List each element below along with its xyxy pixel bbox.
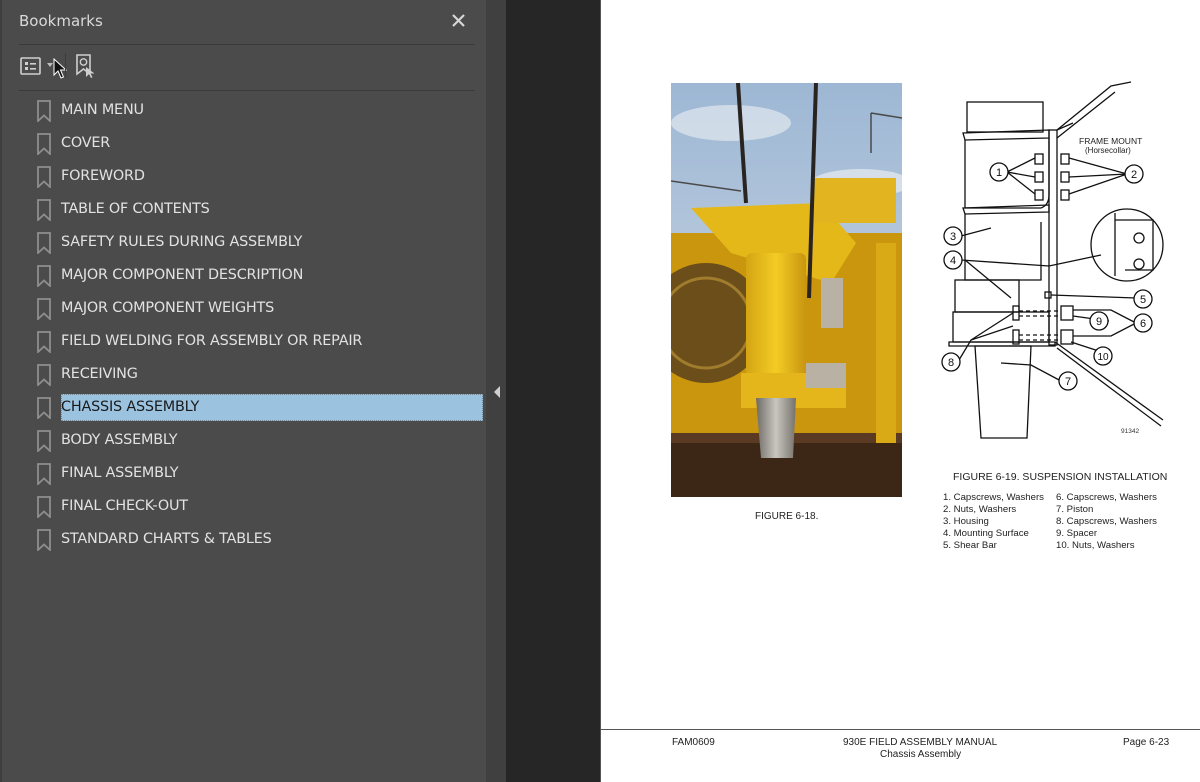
figure-legend-right: 6. Capscrews, Washers 7. Piston 8. Capsc…: [1056, 492, 1157, 552]
bookmark-icon: [37, 232, 51, 254]
bookmark-item-field-welding[interactable]: FIELD WELDING FOR ASSEMBLY OR REPAIR: [36, 326, 484, 356]
figure-6-18-caption: FIGURE 6-18.: [755, 511, 819, 522]
footer-manual-title: 930E FIELD ASSEMBLY MANUAL: [843, 737, 998, 748]
find-current-bookmark-icon: [76, 54, 95, 78]
bookmark-item-foreword[interactable]: FOREWORD: [36, 161, 484, 191]
bookmark-icon: [37, 133, 51, 155]
close-icon: [452, 14, 465, 27]
bookmark-label: FINAL ASSEMBLY: [61, 465, 179, 481]
bookmark-icon: [37, 166, 51, 188]
bookmark-label: MAJOR COMPONENT WEIGHTS: [61, 300, 275, 316]
legend-item: 8. Capscrews, Washers: [1056, 516, 1157, 527]
bookmark-label: FIELD WELDING FOR ASSEMBLY OR REPAIR: [61, 333, 363, 349]
figure-6-18-photo: [671, 83, 902, 497]
bookmark-item-body-assembly[interactable]: BODY ASSEMBLY: [36, 425, 484, 455]
bookmark-label: STANDARD CHARTS & TABLES: [61, 531, 272, 547]
bookmark-label: TABLE OF CONTENTS: [61, 201, 210, 217]
figure-6-19-diagram: 1 2 3 4 5 6 7 8 9 10 FRAME MOUNT (Horsec…: [931, 80, 1171, 450]
bookmarks-panel: Bookmarks MAIN MENU COVER FOREWORD TABLE…: [0, 0, 486, 782]
bookmark-label: FINAL CHECK-OUT: [61, 498, 188, 514]
header-divider: [19, 44, 475, 45]
close-panel-button[interactable]: [449, 11, 469, 31]
bookmark-label: CHASSIS ASSEMBLY: [61, 394, 483, 421]
toolbar-separator: [65, 53, 66, 77]
callout-8-label: 8: [948, 357, 954, 369]
frame-mount-label: FRAME MOUNT: [1079, 136, 1142, 146]
bookmark-item-safety-rules[interactable]: SAFETY RULES DURING ASSEMBLY: [36, 227, 484, 257]
callout-4-label: 4: [950, 255, 956, 267]
bookmark-label: MAJOR COMPONENT DESCRIPTION: [61, 267, 304, 283]
legend-item: 3. Housing: [943, 516, 989, 527]
frame-mount-sublabel: (Horsecollar): [1085, 146, 1131, 155]
bookmark-item-final-check-out[interactable]: FINAL CHECK-OUT: [36, 491, 484, 521]
bookmark-label: SAFETY RULES DURING ASSEMBLY: [61, 234, 303, 250]
bookmark-label: BODY ASSEMBLY: [61, 432, 178, 448]
callout-10-label: 10: [1097, 352, 1109, 363]
bookmark-item-final-assembly[interactable]: FINAL ASSEMBLY: [36, 458, 484, 488]
figure-legend-left: 1. Capscrews, Washers 2. Nuts, Washers 3…: [943, 492, 1044, 552]
bookmark-item-table-of-contents[interactable]: TABLE OF CONTENTS: [36, 194, 484, 224]
bookmark-item-standard-charts[interactable]: STANDARD CHARTS & TABLES: [36, 524, 484, 554]
bookmark-icon: [37, 298, 51, 320]
callout-7-label: 7: [1065, 376, 1071, 388]
collapse-panel-button[interactable]: [493, 385, 501, 404]
callout-1-label: 1: [996, 167, 1002, 179]
legend-item: 9. Spacer: [1056, 528, 1098, 539]
drawing-number: 91342: [1121, 428, 1139, 435]
bookmark-icon: [37, 199, 51, 221]
legend-item: 6. Capscrews, Washers: [1056, 492, 1157, 503]
callout-5-label: 5: [1140, 294, 1146, 306]
toolbar-divider: [19, 90, 475, 91]
panel-splitter[interactable]: [486, 0, 506, 782]
bookmark-item-receiving[interactable]: RECEIVING: [36, 359, 484, 389]
legend-item: 5. Shear Bar: [943, 540, 997, 551]
bookmark-label: FOREWORD: [61, 168, 145, 184]
bookmark-icon: [37, 430, 51, 452]
bookmark-label: COVER: [61, 135, 111, 151]
bookmark-options-icon: [20, 57, 41, 75]
bookmark-icon: [37, 331, 51, 353]
footer-divider: [601, 729, 1200, 730]
legend-item: 2. Nuts, Washers: [943, 504, 1017, 515]
bookmark-item-chassis-assembly[interactable]: CHASSIS ASSEMBLY: [36, 392, 484, 422]
callout-6-label: 6: [1140, 318, 1146, 330]
legend-item: 1. Capscrews, Washers: [943, 492, 1044, 503]
legend-item: 4. Mounting Surface: [943, 528, 1029, 539]
bookmark-item-major-component-weights[interactable]: MAJOR COMPONENT WEIGHTS: [36, 293, 484, 323]
bookmark-icon: [37, 100, 51, 122]
bookmark-label: RECEIVING: [61, 366, 138, 382]
legend-item: 10. Nuts, Washers: [1056, 540, 1135, 551]
bookmark-icon: [37, 265, 51, 287]
legend-item: 7. Piston: [1056, 504, 1094, 515]
callout-2-label: 2: [1131, 169, 1137, 181]
footer-doc-id: FAM0609: [672, 737, 715, 748]
bookmark-icon: [37, 364, 51, 386]
callout-3-label: 3: [950, 231, 956, 243]
bookmark-icon: [37, 496, 51, 518]
pdf-page: FIGURE 6-18. 1 2 3 4 5 6 7 8 9 10 FRAME …: [600, 0, 1200, 782]
bookmark-icon: [37, 463, 51, 485]
panel-title: Bookmarks: [19, 12, 103, 30]
bookmark-label: MAIN MENU: [61, 102, 144, 118]
bookmark-icon: [37, 397, 51, 419]
find-current-bookmark-button[interactable]: [74, 53, 100, 84]
footer-page-number: Page 6-23: [1123, 737, 1170, 748]
bookmark-item-cover[interactable]: COVER: [36, 128, 484, 158]
bookmark-item-main-menu[interactable]: MAIN MENU: [36, 95, 484, 125]
footer-section: Chassis Assembly: [880, 749, 962, 760]
callout-9-label: 9: [1096, 316, 1102, 328]
figure-6-19-caption: FIGURE 6-19. SUSPENSION INSTALLATION: [953, 471, 1168, 483]
bookmark-options-button[interactable]: [19, 55, 43, 82]
collapse-left-icon: [494, 386, 500, 398]
bookmark-icon: [37, 529, 51, 551]
bookmark-item-major-component-description[interactable]: MAJOR COMPONENT DESCRIPTION: [36, 260, 484, 290]
